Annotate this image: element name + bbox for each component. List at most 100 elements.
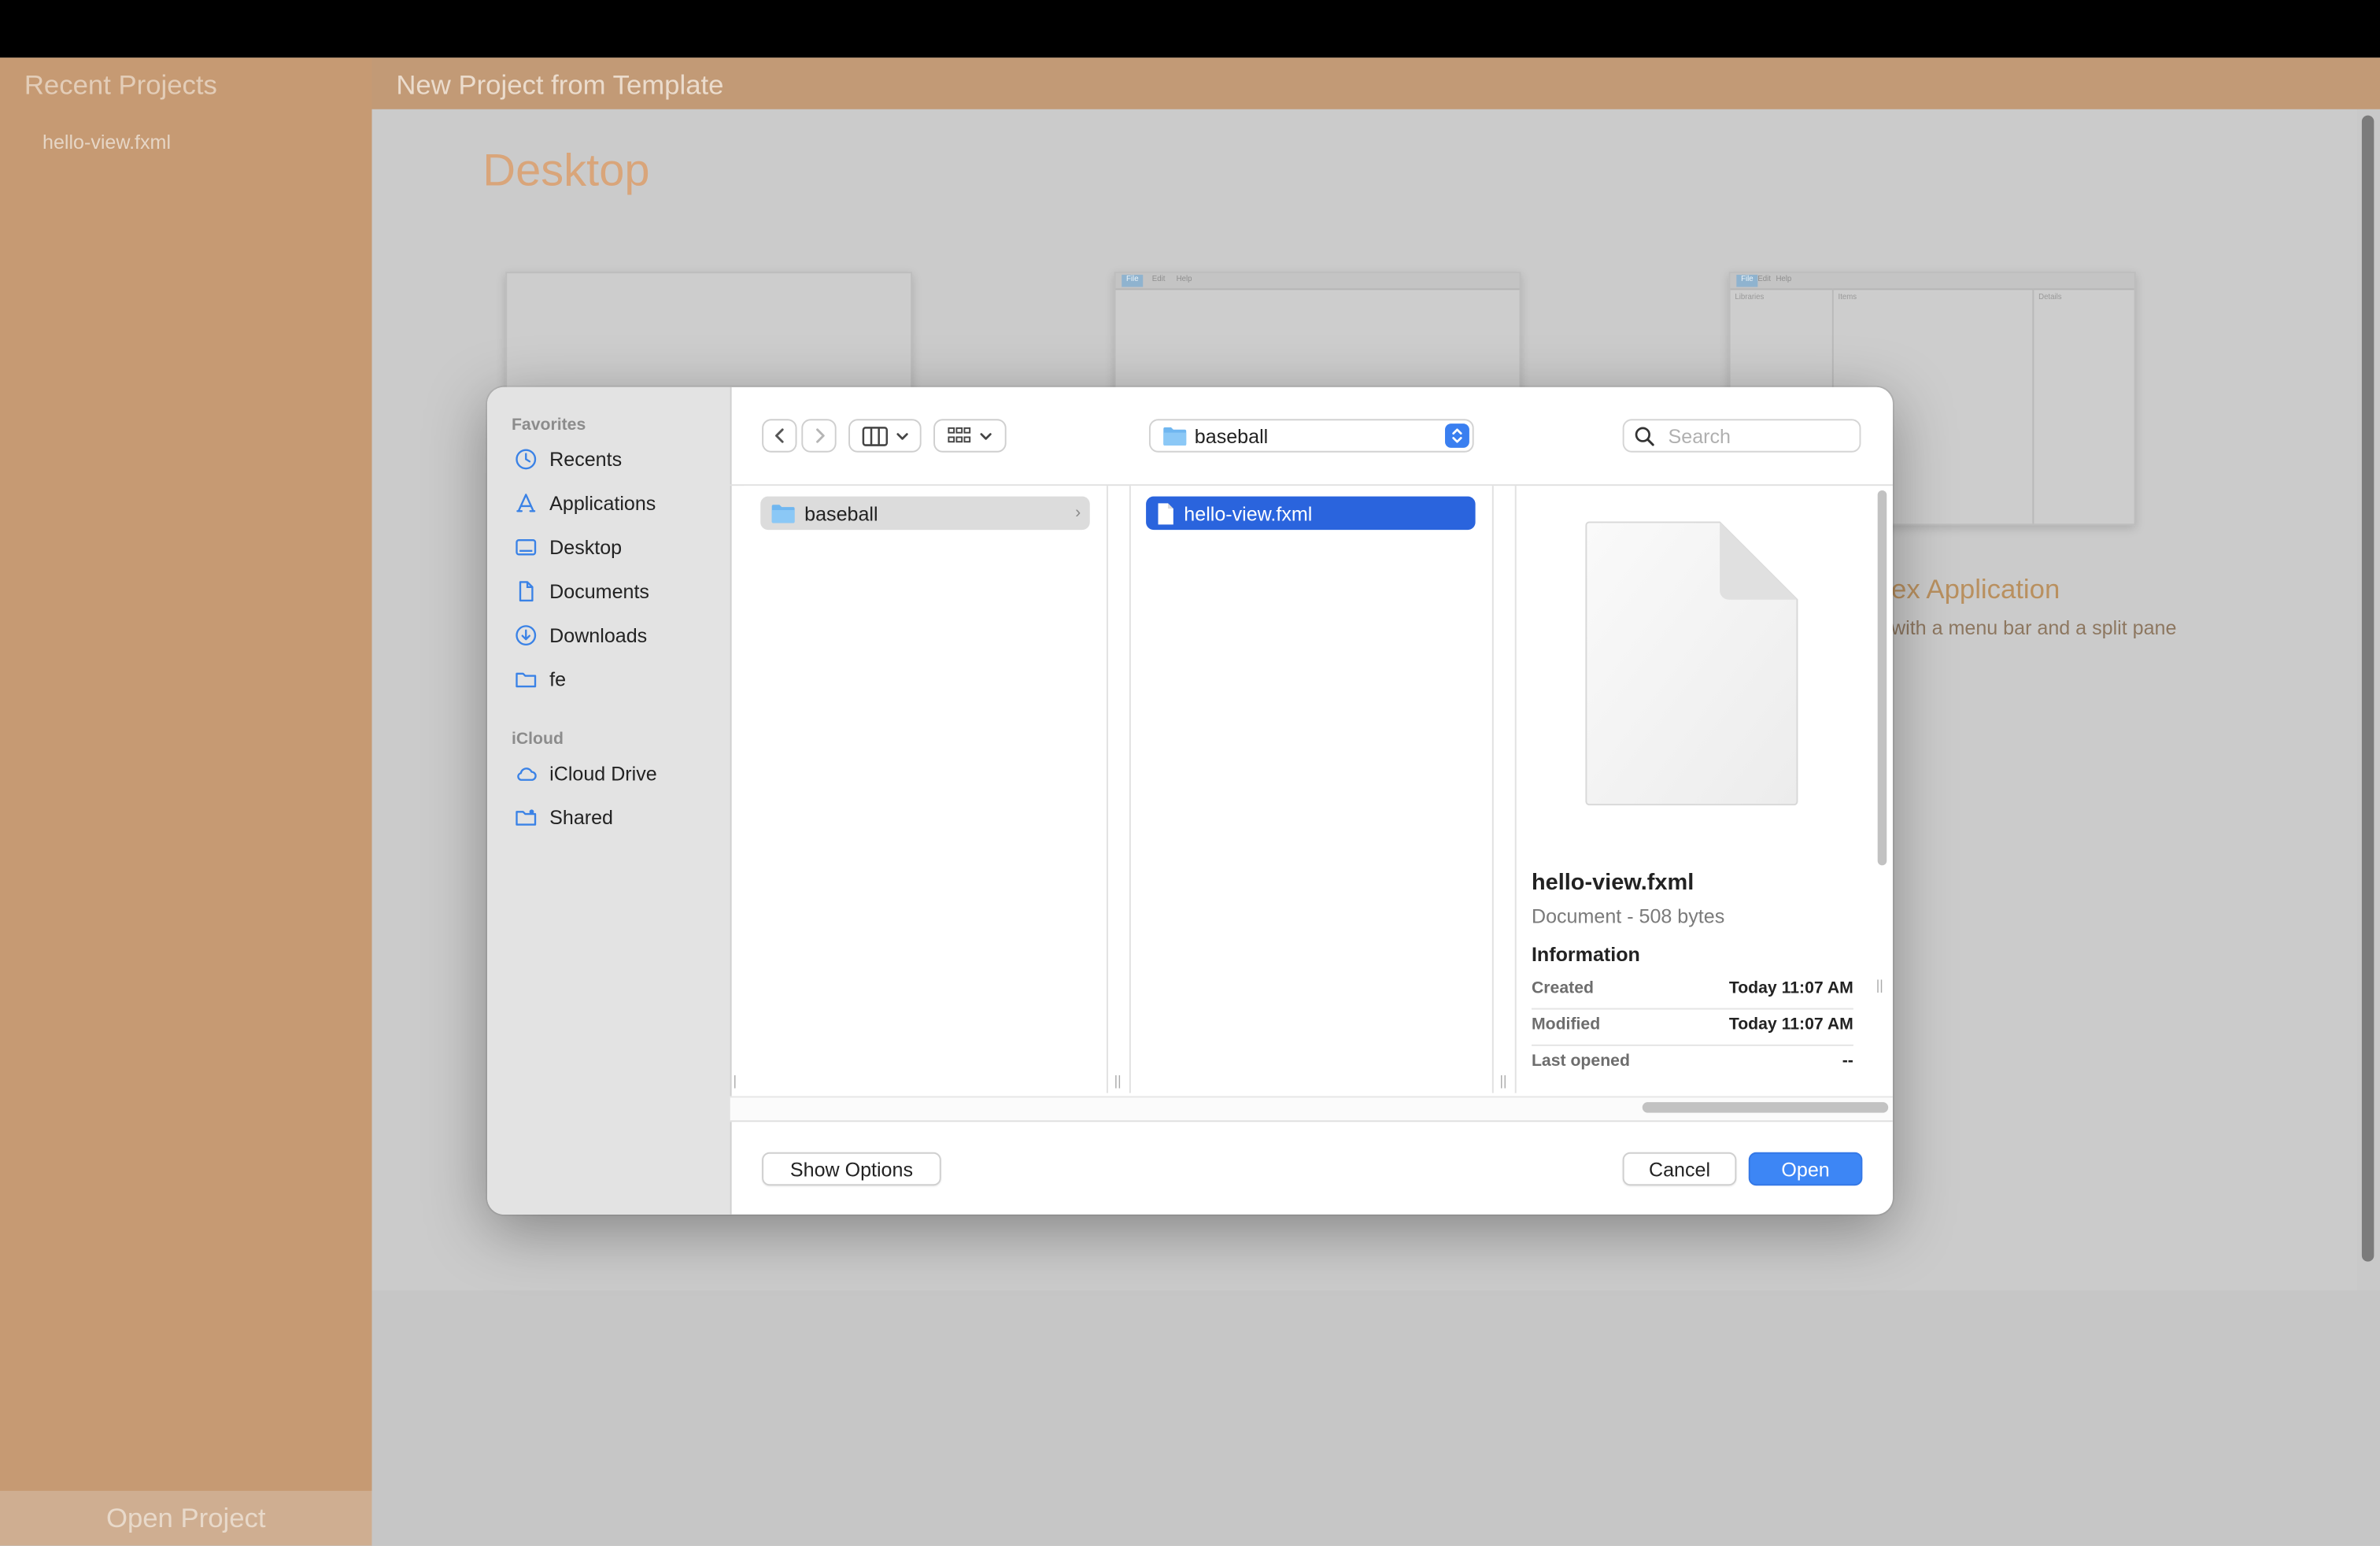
file-preview-icon (1585, 521, 1798, 806)
chevron-down-icon (896, 432, 907, 439)
browser-column-2[interactable]: hello-view.fxml (1129, 486, 1492, 1093)
info-label: Last opened (1531, 1052, 1630, 1071)
group-by-button[interactable] (933, 419, 1007, 453)
sidebar-item-label: fe (549, 667, 567, 690)
info-row-created: Created Today 11:07 AM (1531, 971, 1853, 1010)
show-options-button[interactable]: Show Options (762, 1152, 941, 1186)
back-button[interactable] (762, 419, 797, 453)
main-header: New Project from Template (371, 57, 2380, 109)
sidebar-item-label: Desktop (549, 534, 623, 558)
template-preview-menubar: File Edit Help (1115, 273, 1520, 290)
main-header-title: New Project from Template (396, 69, 724, 101)
document-icon (1157, 501, 1175, 524)
template-label: ex Application (1891, 574, 2060, 605)
template-preview-menu-item: File (1122, 275, 1144, 287)
sidebar-item-label: Recents (549, 446, 623, 470)
open-button[interactable]: Open (1748, 1152, 1863, 1186)
view-mode-button[interactable] (848, 419, 922, 453)
document-icon (512, 579, 539, 603)
shared-folder-icon (512, 804, 539, 829)
download-icon (512, 623, 539, 647)
chevron-down-icon (980, 432, 992, 439)
column-divider (1129, 486, 1131, 1093)
grid-icon (948, 427, 971, 443)
main-lower-area (371, 1290, 2380, 1546)
column-resize-handle[interactable]: || (1876, 978, 1883, 993)
file-row-hello-view[interactable]: hello-view.fxml (1146, 496, 1476, 531)
folder-icon (771, 503, 796, 523)
icloud-header: iCloud (511, 730, 564, 749)
sidebar-item-recents[interactable]: Recents (512, 442, 724, 475)
sidebar-item-applications[interactable]: Applications (512, 486, 724, 519)
location-label: baseball (1194, 425, 1269, 448)
sidebar-item-label: iCloud Drive (549, 761, 657, 785)
template-preview-menubar: File Edit Help (1730, 273, 2134, 290)
columns-view-icon (861, 426, 888, 446)
sidebar-item-shared[interactable]: Shared (512, 800, 724, 833)
search-field[interactable] (1622, 419, 1861, 453)
sidebar-item-downloads[interactable]: Downloads (512, 618, 724, 651)
column-divider (1514, 486, 1517, 1093)
search-icon (1635, 427, 1654, 446)
folder-icon (1162, 427, 1187, 454)
chevron-left-icon (774, 428, 783, 443)
preview-file-kind: Document - 508 bytes (1531, 904, 1725, 928)
template-description: with a menu bar and a split pane (1891, 616, 2177, 639)
sidebar-item-label: Shared (549, 805, 614, 829)
folder-row-baseball[interactable]: baseball › (760, 496, 1090, 531)
info-label: Modified (1531, 1015, 1601, 1034)
column-divider[interactable] (1491, 486, 1494, 1093)
recent-projects-sidebar: Recent Projects hello-view.fxml Open Pro… (0, 57, 372, 1546)
chevron-right-icon (815, 428, 824, 443)
info-row-modified: Modified Today 11:07 AM (1531, 1008, 1853, 1046)
section-title: Desktop (482, 146, 650, 196)
main-scrollbar-thumb[interactable] (2361, 115, 2374, 1262)
column-resize-handle[interactable]: | (734, 1074, 737, 1089)
sidebar-item-label: Applications (549, 490, 656, 514)
folder-icon (512, 667, 539, 691)
template-preview-menu-item: File (1736, 275, 1758, 287)
browser-column-1[interactable]: baseball › (744, 486, 1107, 1093)
open-file-dialog: Favorites Recents Applications Desktop D… (487, 386, 1893, 1215)
info-label: Created (1531, 978, 1594, 998)
recent-project-item[interactable]: hello-view.fxml (42, 131, 171, 153)
template-preview-menu-item: Help (1776, 275, 1792, 284)
file-row-label: hello-view.fxml (1184, 501, 1313, 525)
info-value: -- (1842, 1052, 1853, 1071)
template-preview-menu-item: Help (1176, 275, 1192, 284)
column-resize-handle[interactable]: || (1499, 1074, 1506, 1089)
cloud-icon (512, 760, 539, 785)
open-project-button[interactable]: Open Project (0, 1490, 372, 1546)
sidebar-item-fe[interactable]: fe (512, 662, 724, 695)
sidebar-item-label: Documents (549, 579, 649, 602)
clock-icon (512, 446, 539, 471)
sidebar-item-label: Downloads (549, 623, 648, 646)
info-value: Today 11:07 AM (1728, 978, 1853, 998)
column-resize-handle[interactable]: || (1114, 1074, 1122, 1089)
location-popup[interactable]: baseball (1148, 419, 1474, 454)
preview-scrollbar-thumb[interactable] (1877, 490, 1887, 866)
search-input[interactable] (1665, 423, 1853, 449)
applications-icon (512, 490, 539, 515)
window-top-bar (0, 0, 2380, 58)
recent-projects-title: Recent Projects (24, 69, 217, 101)
forward-button[interactable] (801, 419, 837, 453)
column-divider[interactable] (1106, 486, 1108, 1093)
info-value: Today 11:07 AM (1728, 1015, 1853, 1034)
sidebar-item-documents[interactable]: Documents (512, 574, 724, 607)
template-preview-pane: Details (2038, 293, 2062, 302)
preview-file-name: hello-view.fxml (1531, 870, 1694, 896)
dialog-sidebar: Favorites Recents Applications Desktop D… (487, 386, 732, 1215)
cancel-button[interactable]: Cancel (1622, 1152, 1737, 1186)
sidebar-item-desktop[interactable]: Desktop (512, 530, 724, 563)
template-preview-menu-item: Edit (1151, 275, 1166, 284)
desktop-icon (512, 534, 539, 559)
sidebar-item-icloud-drive[interactable]: iCloud Drive (512, 756, 724, 789)
favorites-header: Favorites (511, 416, 586, 435)
folder-row-label: baseball (804, 501, 878, 525)
chevron-right-icon: › (1075, 504, 1081, 523)
horizontal-scrollbar-thumb[interactable] (1642, 1102, 1889, 1113)
info-row-last-opened: Last opened -- (1532, 1045, 1853, 1081)
updown-chevron-icon (1445, 423, 1469, 448)
template-preview-menu-item: Edit (1757, 275, 1771, 284)
